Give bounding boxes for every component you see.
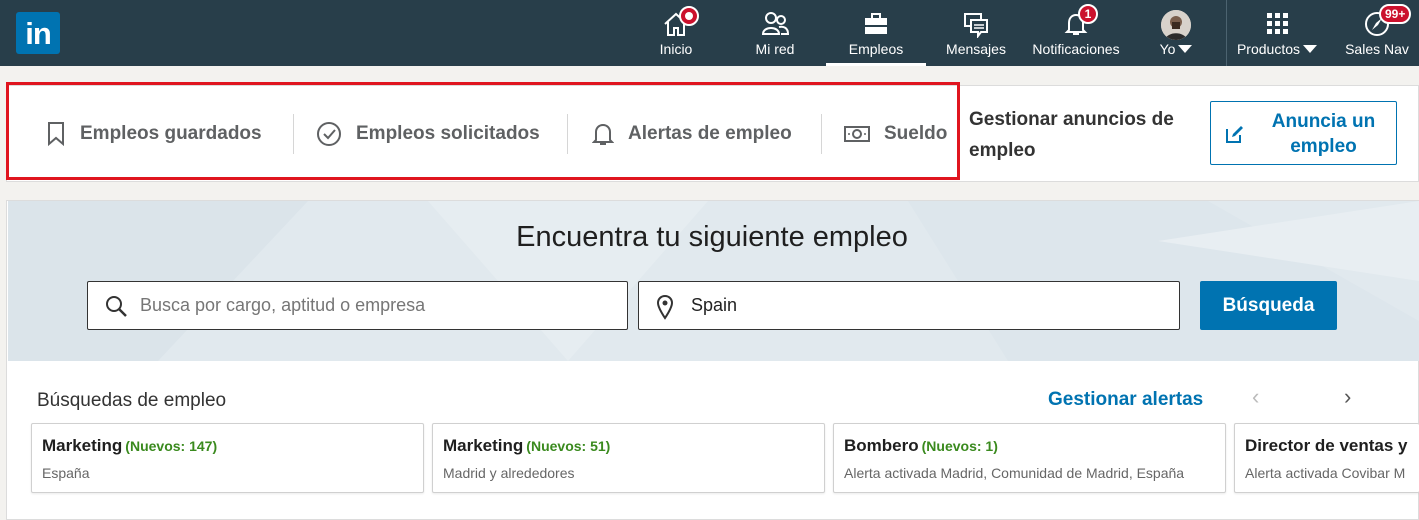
saved-search-card[interactable]: Bombero (Nuevos: 1) Alerta activada Madri… [833,423,1226,493]
manage-alerts-link[interactable]: Gestionar alertas [1048,389,1203,411]
location-pin-icon [656,294,674,320]
nav-item-products[interactable]: Productos [1227,0,1327,66]
salary-link[interactable]: Sueldo [844,118,947,150]
profile-photo-icon [1161,10,1191,40]
nav-item-my-network[interactable]: Mi red [735,0,815,66]
saved-search-card[interactable]: Marketing (Nuevos: 51) Madrid y alrededor… [432,423,825,493]
nav-item-me[interactable]: Yo [1136,0,1216,66]
messages-icon [964,13,988,38]
saved-searches-title: Búsquedas de empleo [37,390,227,411]
new-count: (Nuevos: 1) [921,438,998,454]
card-subtitle: Madrid y alrededores [443,465,575,481]
edit-icon [1226,126,1243,143]
manage-job-postings-link[interactable]: Gestionar anuncios de empleo [969,104,1199,166]
card-subtitle: Alerta activada Covibar M [1245,465,1406,481]
card-subtitle: España [42,465,90,481]
card-subtitle: Alerta activada Madrid, Comunidad de Mad… [844,465,1185,481]
home-notification-dot [679,6,699,26]
nav-label-notifications: Notificaciones [1032,41,1120,57]
nav-label-home: Inicio [659,41,693,57]
divider [567,114,568,154]
saved-search-card[interactable]: Marketing (Nuevos: 147) España [31,423,424,493]
caret-down-icon [1178,45,1193,53]
salary-label: Sueldo [884,123,948,144]
sales-nav-badge: 99+ [1379,4,1412,24]
nav-item-home[interactable]: Inicio [636,0,716,66]
nav-label-me: Yo [1136,41,1216,57]
carousel-next-button[interactable]: › [1344,384,1351,410]
nav-label-products: Productos [1227,41,1327,57]
job-alerts-link[interactable]: Alertas de empleo [592,118,792,150]
applied-jobs-link[interactable]: Empleos solicitados [316,118,540,150]
nav-label-messages: Mensajes [946,41,1006,57]
nav-label-jobs: Empleos [848,41,904,57]
nav-item-notifications[interactable]: 1 Notificaciones [1026,0,1126,66]
grid-icon [1267,13,1288,34]
top-navigation-bar: in Inicio Mi red Empleos Mensajes 1 Noti… [0,0,1419,66]
divider [293,114,294,154]
nav-label-sales-nav: Sales Nav [1345,41,1409,57]
bookmark-icon [48,122,64,147]
avatar [1161,10,1191,40]
divider [821,114,822,154]
post-job-button[interactable]: Anuncia un empleo [1210,101,1397,165]
linkedin-logo[interactable]: in [16,12,60,54]
caret-down-icon [1303,45,1318,53]
saved-jobs-link[interactable]: Empleos guardados [46,118,262,150]
post-job-label: Anuncia un empleo [1271,111,1376,157]
search-button[interactable]: Búsqueda [1200,281,1337,330]
location-search-field[interactable] [638,281,1180,330]
card-title: Director de ventas y [1245,436,1408,455]
briefcase-icon [865,13,887,34]
card-title: Marketing (Nuevos: 51) [443,436,611,455]
new-count: (Nuevos: 51) [526,438,611,454]
new-count: (Nuevos: 147) [125,438,218,454]
money-icon [844,126,870,142]
search-icon [106,296,127,317]
carousel-prev-button[interactable]: ‹ [1252,384,1259,410]
saved-search-card[interactable]: Director de ventas y Alerta activada Cov… [1234,423,1419,493]
saved-jobs-label: Empleos guardados [80,123,262,144]
location-search-input[interactable] [691,282,1171,329]
people-icon [761,12,790,35]
card-title: Marketing (Nuevos: 147) [42,436,218,455]
nav-item-jobs[interactable]: Empleos [826,0,926,66]
nav-item-sales-nav[interactable]: 99+ Sales Nav [1335,0,1419,66]
applied-jobs-label: Empleos solicitados [356,123,540,144]
check-circle-icon [317,122,341,146]
notifications-badge: 1 [1078,4,1098,24]
nav-item-messages[interactable]: Mensajes [936,0,1016,66]
bell-icon [592,123,614,145]
card-title: Bombero (Nuevos: 1) [844,436,998,455]
nav-label-my-network: Mi red [755,41,795,57]
keyword-search-field[interactable] [87,281,628,330]
keyword-search-input[interactable] [140,282,619,329]
job-alerts-label: Alertas de empleo [628,123,792,144]
search-title: Encuentra tu siguiente empleo [516,221,908,253]
